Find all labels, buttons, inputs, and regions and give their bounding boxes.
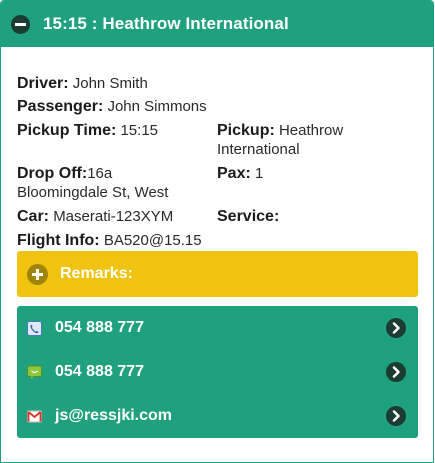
car-value: Maserati-123XYM [53, 208, 174, 225]
passenger-field: Passenger: John Simmons [17, 97, 207, 116]
phone-number: 054 888 777 [55, 319, 144, 336]
remarks-label: Remarks: [60, 265, 133, 282]
pickup-field: Pickup: Heathrow International [217, 121, 417, 159]
pickup-value-line1: Heathrow [278, 122, 344, 139]
chevron-right-icon[interactable] [386, 318, 406, 338]
contact-phone-row[interactable]: 054 888 777 [17, 306, 418, 350]
chevron-right-icon[interactable] [386, 406, 406, 426]
car-label: Car: [17, 208, 50, 225]
pickup-time-label: Pickup Time: [17, 122, 117, 139]
collapse-icon[interactable] [11, 14, 30, 34]
remarks-toggle[interactable]: Remarks: [17, 251, 418, 297]
service-label: Service: [217, 208, 280, 225]
expand-icon[interactable] [27, 263, 48, 285]
pickup-time-field: Pickup Time: 15:15 [17, 121, 158, 140]
pickup-value-line2: International [217, 141, 300, 158]
booking-header[interactable]: 15:15 : Heathrow International [1, 1, 433, 47]
pickup-time-value: 15:15 [120, 122, 159, 139]
dropoff-label: Drop Off: [17, 165, 88, 182]
driver-value: John Smith [72, 75, 148, 92]
sms-number: 054 888 777 [55, 363, 144, 380]
pax-label: Pax: [217, 165, 251, 182]
booking-card: 15:15 : Heathrow International Driver: J… [0, 0, 434, 463]
email-icon [27, 409, 42, 424]
contact-list: 054 888 777 054 888 777 js@ressjki.com [17, 306, 418, 438]
driver-label: Driver: [17, 75, 69, 92]
passenger-value: John Simmons [107, 98, 207, 115]
contact-email-row[interactable]: js@ressjki.com [17, 394, 418, 438]
dropoff-value-line2: Bloomingdale St, West [17, 184, 169, 201]
flight-field: Flight Info: BA520@15.15 [17, 231, 202, 250]
flight-label: Flight Info: [17, 232, 100, 249]
pickup-label: Pickup: [217, 122, 275, 139]
dropoff-value-line1: 16a [87, 165, 113, 182]
dropoff-field: Drop Off:16a Bloomingdale St, West [17, 164, 212, 202]
sms-icon [27, 365, 42, 380]
pax-value: 1 [254, 165, 264, 182]
booking-title: 15:15 : Heathrow International [43, 14, 289, 33]
passenger-label: Passenger: [17, 98, 104, 115]
chevron-right-icon[interactable] [386, 362, 406, 382]
car-field: Car: Maserati-123XYM [17, 207, 173, 226]
booking-details: Driver: John Smith Passenger: John Simmo… [1, 47, 433, 252]
flight-value: BA520@15.15 [103, 232, 202, 249]
phone-icon [27, 320, 42, 336]
driver-field: Driver: John Smith [17, 74, 148, 93]
contact-sms-row[interactable]: 054 888 777 [17, 350, 418, 394]
pax-field: Pax: 1 [217, 164, 263, 183]
email-address: js@ressjki.com [55, 407, 172, 424]
service-field: Service: [217, 207, 279, 226]
